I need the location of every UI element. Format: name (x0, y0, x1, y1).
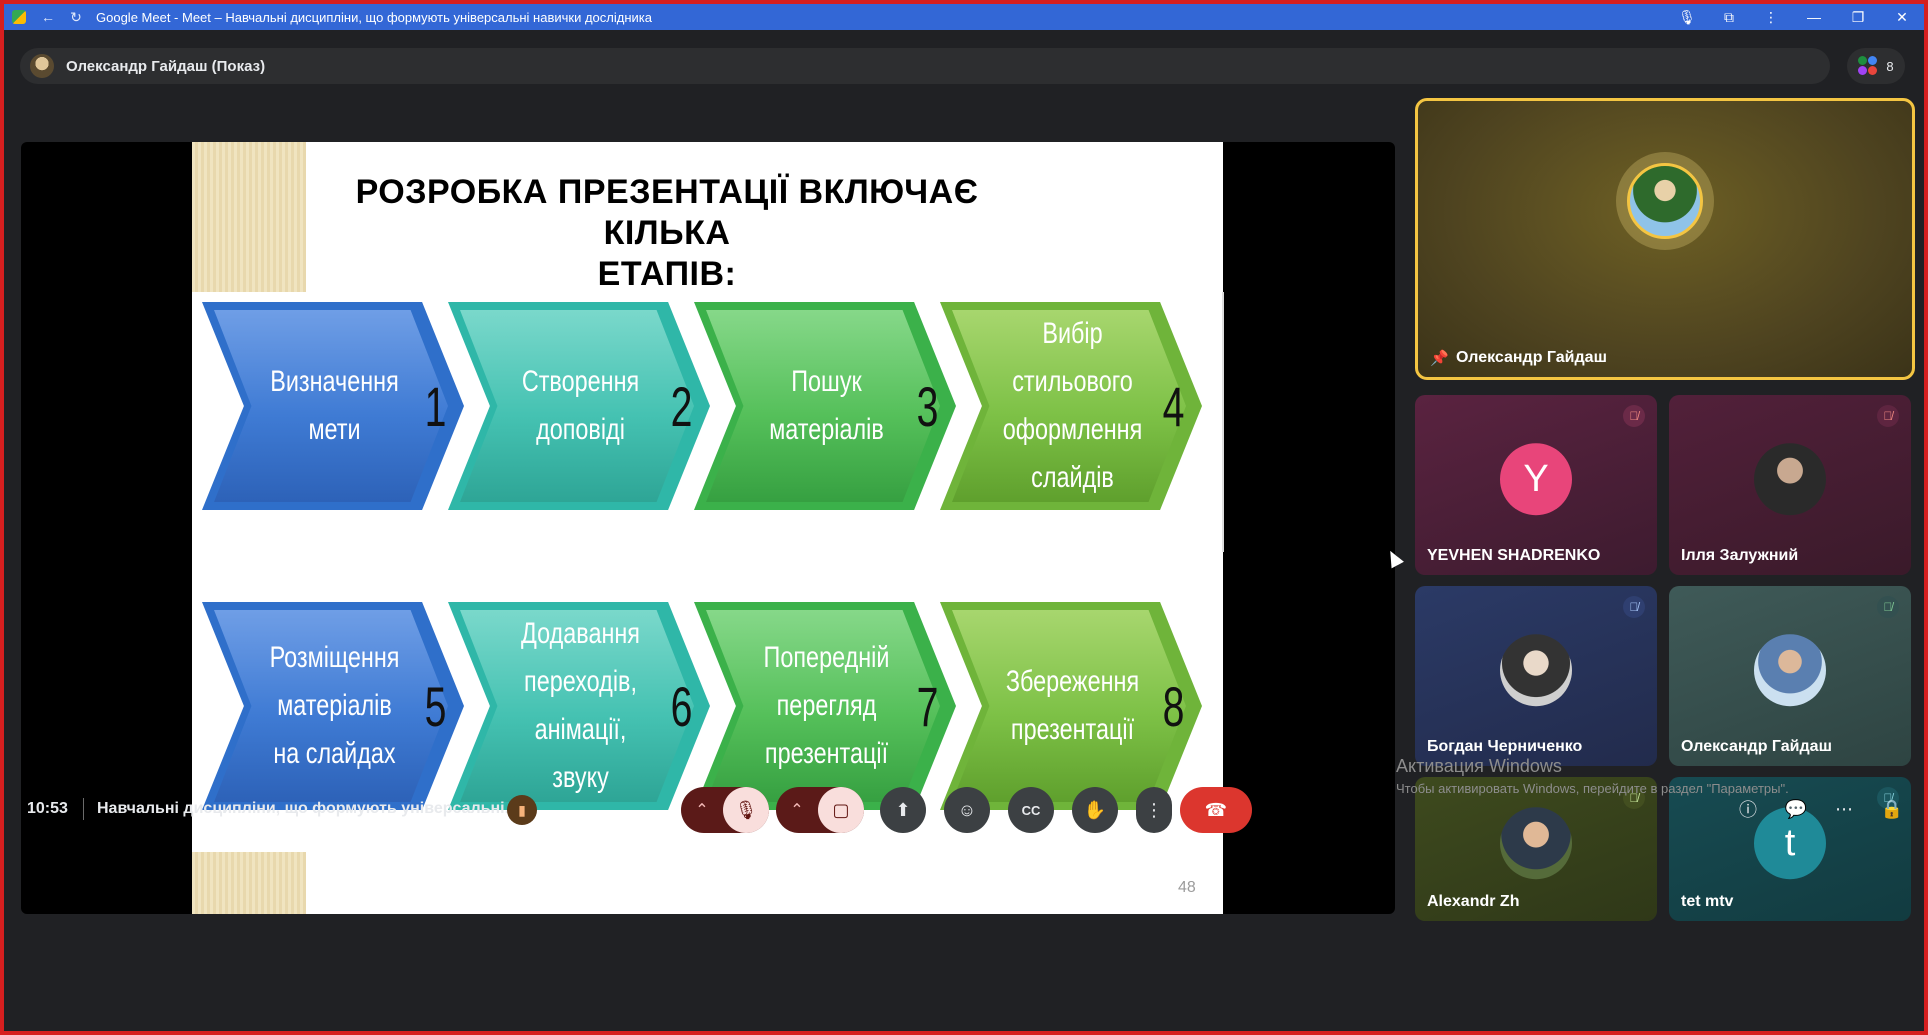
windows-activation-watermark: Активация Windows Чтобы активировать Win… (1396, 756, 1789, 796)
participant-tile[interactable]: 🎙̸ Богдан Черниченко (1415, 586, 1657, 766)
participant-name: Олександр Гайдаш (1681, 738, 1832, 755)
raise-hand-button[interactable]: ✋ (1072, 787, 1118, 833)
step-text: Розміщення матеріалів на слайдах (269, 641, 400, 770)
slide-decoration (192, 852, 306, 914)
participant-name: Ілля Залужний (1681, 547, 1799, 564)
step-chevron: Вибір стильового оформлення слайдів 4 (940, 302, 1202, 510)
slide-decoration (192, 142, 306, 292)
presenter-bar[interactable]: Олександр Гайдаш (Показ) (20, 48, 1830, 84)
participant-name: Олександр Гайдаш (1456, 349, 1607, 366)
step-chevron: Збереження презентації 8 (940, 602, 1202, 810)
participant-avatar (1754, 634, 1826, 707)
step-chevron: Попередній перегляд презентації 7 (694, 602, 956, 810)
camera-control[interactable]: ⌃ ▢ (776, 787, 864, 833)
camera-options-chevron-icon[interactable]: ⌃ (776, 787, 818, 833)
step-chevron: Розміщення матеріалів на слайдах 5 (202, 602, 464, 810)
step-text: Визначення мети (270, 365, 399, 446)
mic-control[interactable]: ⌃ 🎙 (681, 787, 769, 833)
mic-off-icon: 🎙̸ (1623, 405, 1645, 427)
participant-avatar (1627, 163, 1703, 239)
mic-off-icon: 🎙̸ (1623, 596, 1645, 618)
step-number: 3 (916, 374, 939, 438)
window-title: Google Meet - Meet – Навчальні дисциплін… (96, 9, 652, 25)
meeting-name: Навчальні дисципліни, що формують універ… (97, 800, 518, 817)
slide-title-line: ЕТАПІВ: (597, 255, 737, 293)
pinned-participant-tile[interactable]: 📌 Олександр Гайдаш (1415, 98, 1915, 380)
mic-off-icon: 🎙̸ (1877, 596, 1899, 618)
activities-icon[interactable]: ⋯ (1820, 799, 1868, 820)
host-controls-lock-icon[interactable]: 🔒 (1868, 799, 1916, 820)
close-button[interactable]: ✕ (1880, 9, 1924, 26)
step-text: Попередній перегляд презентації (763, 641, 890, 770)
slide-page-number: 48 (1178, 879, 1196, 896)
participant-name: Богдан Черниченко (1427, 738, 1583, 755)
divider (83, 798, 84, 820)
favicon-icon (4, 10, 34, 24)
captions-button[interactable]: CC (1008, 787, 1054, 833)
pin-icon[interactable]: 📌 (1430, 349, 1449, 367)
participant-name: YEVHEN SHADRENKO (1427, 547, 1601, 564)
step-text: Вибір стильового оформлення слайдів (1002, 317, 1143, 494)
participant-name: tet mtv (1681, 893, 1734, 910)
participant-avatar (1500, 807, 1572, 880)
step-chevron: Пошук матеріалів 3 (694, 302, 956, 510)
chat-icon[interactable]: 💬 (1772, 799, 1820, 820)
activation-title: Активация Windows (1396, 756, 1562, 776)
step-number: 5 (424, 674, 447, 738)
mic-options-chevron-icon[interactable]: ⌃ (681, 787, 723, 833)
step-text: Додавання переходів, анімації, звуку (521, 617, 640, 794)
step-number: 8 (1162, 674, 1185, 738)
participant-tile[interactable]: 🎙̸ Y YEVHEN SHADRENKO (1415, 395, 1657, 575)
camera-off-button[interactable]: ▢ (818, 787, 864, 833)
step-chevron: Створення доповіді 2 (448, 302, 710, 510)
step-text: Збереження презентації (1005, 665, 1140, 746)
presenter-avatar (30, 54, 54, 78)
emoji-button[interactable]: ☺ (944, 787, 990, 833)
people-count: 8 (1886, 58, 1894, 74)
presenter-label: Олександр Гайдаш (Показ) (66, 57, 266, 75)
more-options-button[interactable]: ⋮ (1136, 787, 1172, 833)
people-button[interactable]: 8 (1847, 48, 1905, 84)
meet-app: Олександр Гайдаш (Показ) 8 РОЗРОБКА ПРЕЗ… (4, 30, 1924, 1031)
participant-avatar (1754, 443, 1826, 516)
present-button[interactable]: ⬆ (880, 787, 926, 833)
mic-off-icon: 🎙̸ (1877, 405, 1899, 427)
people-icon (1858, 56, 1878, 76)
slide-divider (1222, 292, 1224, 552)
step-number: 2 (670, 374, 693, 438)
participant-name: Alexandr Zh (1427, 893, 1520, 910)
step-number: 6 (670, 674, 693, 738)
slide-title: РОЗРОБКА ПРЕЗЕНТАЦІЇ ВКЛЮЧАЄ КІЛЬКА ЕТАП… (302, 172, 1032, 295)
participant-tile[interactable]: 🎙̸ Alexandr Zh (1415, 777, 1657, 921)
reload-icon[interactable]: ↻ (62, 9, 90, 26)
info-icon[interactable]: ⓘ (1724, 796, 1772, 822)
restore-button[interactable]: ❐ (1836, 9, 1880, 26)
mic-off-button[interactable]: 🎙 (723, 787, 769, 833)
step-text: Пошук матеріалів (769, 365, 884, 446)
document-icon[interactable]: ▮ (507, 795, 537, 825)
step-number: 7 (916, 674, 939, 738)
step-chevron: Додавання переходів, анімації, звуку 6 (448, 602, 710, 810)
clock: 10:53 (27, 800, 68, 817)
minimize-button[interactable]: — (1792, 9, 1836, 25)
participant-avatar (1500, 634, 1572, 707)
participant-tile[interactable]: 🎙̸ Олександр Гайдаш (1669, 586, 1911, 766)
step-chevron: Визначення мети 1 (202, 302, 464, 510)
step-text: Створення доповіді (521, 365, 640, 446)
mic-indicator-icon[interactable]: 🎙 (1666, 9, 1708, 26)
end-call-button[interactable]: ☎ (1180, 787, 1252, 833)
browser-titlebar: ← ↻ Google Meet - Meet – Навчальні дисци… (4, 4, 1924, 30)
step-number: 1 (424, 374, 447, 438)
extensions-icon[interactable]: ⧉ (1708, 9, 1750, 26)
browser-menu-icon[interactable]: ⋮ (1750, 9, 1792, 26)
participant-tile[interactable]: 🎙̸ Ілля Залужний (1669, 395, 1911, 575)
participant-avatar: Y (1500, 443, 1572, 516)
back-icon[interactable]: ← (34, 9, 62, 25)
right-toolbar: ⓘ 💬 ⋯ 🔒 (1724, 794, 1916, 824)
slide-title-line: РОЗРОБКА ПРЕЗЕНТАЦІЇ ВКЛЮЧАЄ КІЛЬКА (355, 173, 979, 252)
step-number: 4 (1162, 374, 1185, 438)
